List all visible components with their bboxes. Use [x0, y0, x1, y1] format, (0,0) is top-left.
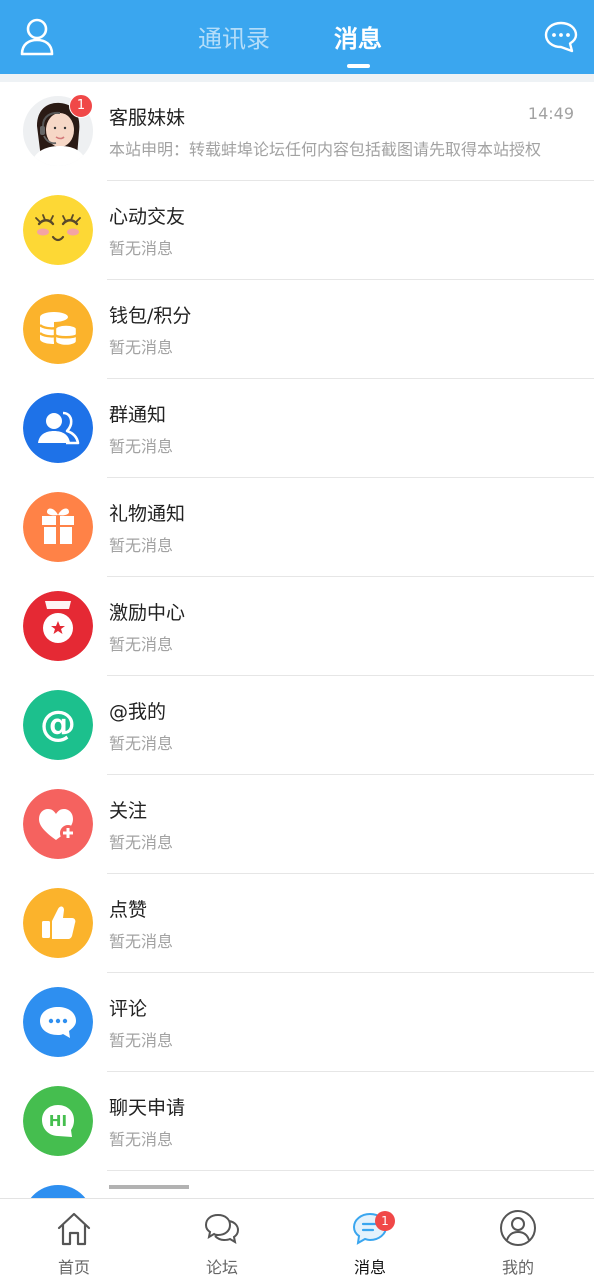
message-title: 客服妹妹 — [109, 107, 186, 129]
group-icon — [23, 393, 93, 463]
message-preview: 暂无消息 — [109, 338, 174, 357]
tab-messages-bottom[interactable]: 1 消息 — [296, 1199, 444, 1281]
message-item-follow[interactable]: 关注 暂无消息 — [0, 775, 594, 874]
bottom-tab-bar: 首页 论坛 1 消息 我的 — [0, 1198, 594, 1281]
message-preview: 暂无消息 — [109, 635, 174, 654]
message-preview: 暂无消息 — [109, 536, 174, 555]
svg-text:HI: HI — [49, 1112, 67, 1130]
thumbs-up-icon — [23, 888, 93, 958]
message-item-mentions[interactable]: @ @我的 暂无消息 — [0, 676, 594, 775]
active-tab-indicator — [347, 64, 370, 68]
incentive-icon — [23, 591, 93, 661]
gift-icon — [23, 492, 93, 562]
message-preview: 暂无消息 — [109, 932, 174, 951]
message-item-wallet[interactable]: 钱包/积分 暂无消息 — [0, 280, 594, 379]
message-title: @我的 — [109, 701, 167, 723]
message-preview: 暂无消息 — [109, 239, 174, 258]
tab-mine[interactable]: 我的 — [444, 1199, 592, 1281]
message-time: 14:49 — [527, 104, 574, 123]
message-preview: 暂无消息 — [109, 1130, 174, 1149]
message-title: 点赞 — [109, 899, 148, 921]
message-title: 关注 — [109, 800, 148, 822]
home-icon — [57, 1212, 91, 1246]
comment-icon — [23, 987, 93, 1057]
tab-home[interactable]: 首页 — [0, 1199, 148, 1281]
tab-messages[interactable]: 消息 — [334, 24, 382, 54]
profile-icon — [500, 1210, 536, 1246]
partial-avatar — [23, 1185, 93, 1198]
message-title: 评论 — [109, 998, 148, 1020]
message-item-gift-notice[interactable]: 礼物通知 暂无消息 — [0, 478, 594, 577]
hi-chat-icon: HI — [23, 1086, 93, 1156]
message-title: 群通知 — [109, 404, 167, 426]
message-preview: 暂无消息 — [109, 1031, 174, 1050]
message-preview: 本站申明：转载蚌埠论坛任何内容包括截图请先取得本站授权 — [109, 140, 542, 159]
message-preview: 暂无消息 — [109, 437, 174, 456]
tab-forum-label: 论坛 — [205, 1258, 238, 1277]
message-item-partial[interactable] — [0, 1171, 594, 1198]
message-item-comments[interactable]: 评论 暂无消息 — [0, 973, 594, 1072]
tab-forum[interactable]: 论坛 — [148, 1199, 296, 1281]
header-separator — [0, 74, 594, 82]
message-item-likes[interactable]: 点赞 暂无消息 — [0, 874, 594, 973]
tab-messages-label: 消息 — [353, 1258, 386, 1277]
chat-bubble-dots-icon[interactable] — [543, 20, 579, 54]
message-preview: 暂无消息 — [109, 833, 174, 852]
message-title: 激励中心 — [109, 602, 186, 624]
message-title-partial — [109, 1185, 189, 1198]
message-title: 聊天申请 — [109, 1097, 186, 1119]
top-bar: 通讯录 消息 — [0, 0, 594, 74]
message-list: 1 客服妹妹 本站申明：转载蚌埠论坛任何内容包括截图请先取得本站授权 14:49… — [0, 82, 594, 1198]
message-item-group-notice[interactable]: 群通知 暂无消息 — [0, 379, 594, 478]
tab-mine-label: 我的 — [501, 1258, 534, 1277]
smile-face-icon — [23, 195, 93, 265]
heart-plus-icon — [23, 789, 93, 859]
user-outline-icon[interactable] — [20, 18, 54, 56]
message-item-customer-service[interactable]: 1 客服妹妹 本站申明：转载蚌埠论坛任何内容包括截图请先取得本站授权 14:49 — [0, 82, 594, 181]
forum-icon — [204, 1213, 240, 1245]
tab-unread-badge: 1 — [375, 1211, 395, 1231]
message-title: 钱包/积分 — [109, 305, 192, 327]
coins-icon — [23, 294, 93, 364]
message-title: 礼物通知 — [109, 503, 186, 525]
message-item-dating[interactable]: 心动交友 暂无消息 — [0, 181, 594, 280]
message-item-chat-request[interactable]: HI 聊天申请 暂无消息 — [0, 1072, 594, 1171]
unread-badge: 1 — [69, 94, 93, 118]
message-title: 心动交友 — [109, 206, 186, 228]
at-icon: @ — [23, 690, 93, 760]
tab-home-label: 首页 — [57, 1258, 90, 1277]
message-preview: 暂无消息 — [109, 734, 174, 753]
svg-text:@: @ — [40, 704, 76, 745]
tab-contacts[interactable]: 通讯录 — [198, 24, 270, 54]
message-item-incentive[interactable]: 激励中心 暂无消息 — [0, 577, 594, 676]
